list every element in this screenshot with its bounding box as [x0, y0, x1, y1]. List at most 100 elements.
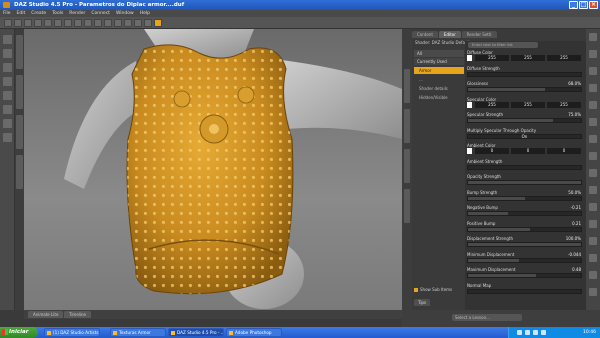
right-settings-icon[interactable]: [589, 203, 597, 211]
right-hair-icon[interactable]: [589, 135, 597, 143]
mid-tab-shaping[interactable]: [404, 69, 410, 103]
category-all[interactable]: All: [414, 50, 464, 57]
menu-item-window[interactable]: Window: [116, 11, 134, 16]
right-figure-icon[interactable]: [589, 67, 597, 75]
color-channel-field[interactable]: 255: [475, 101, 509, 108]
tree-item[interactable]: Shader details: [414, 85, 464, 92]
tab-animate-lite[interactable]: Animate Lite: [28, 311, 64, 318]
left-tab-surface[interactable]: [16, 75, 23, 109]
open-icon[interactable]: [14, 19, 22, 27]
light-icon[interactable]: [114, 19, 122, 27]
left-tab-parameters[interactable]: [16, 155, 23, 189]
left-undo-icon[interactable]: [3, 91, 12, 100]
tab-tips[interactable]: Tips: [414, 299, 431, 306]
category-currently-used[interactable]: Currently Used: [414, 58, 464, 65]
tray-app-icon[interactable]: [533, 330, 538, 335]
redo-icon[interactable]: [44, 19, 52, 27]
color-channel-field[interactable]: 0: [511, 148, 545, 154]
menu-item-file[interactable]: File: [3, 11, 11, 16]
tray-security-icon[interactable]: [541, 330, 546, 335]
slider-field[interactable]: [467, 273, 582, 278]
left-save-icon[interactable]: [3, 63, 12, 72]
slider-field[interactable]: [467, 226, 582, 232]
left-new-icon[interactable]: [3, 35, 12, 44]
color-swatch[interactable]: [467, 101, 472, 108]
menu-item-edit[interactable]: Edit: [17, 11, 26, 16]
move-icon[interactable]: [64, 19, 72, 27]
right-light-icon[interactable]: [589, 50, 597, 58]
tree-item[interactable]: Hidden/Visible: [414, 94, 464, 101]
morph-icon[interactable]: [154, 19, 162, 27]
right-clothes-icon[interactable]: [589, 152, 597, 160]
undo-icon[interactable]: [34, 19, 42, 27]
left-merge-icon[interactable]: [3, 77, 12, 86]
mid-tab-surfaces[interactable]: [404, 109, 410, 143]
tree-item[interactable]: Armor: [414, 67, 464, 74]
slider-field[interactable]: [467, 195, 582, 201]
filter-input[interactable]: Enter text to filter list: [468, 42, 538, 48]
right-frame-icon[interactable]: [589, 271, 597, 279]
toggle-field[interactable]: On: [467, 133, 582, 139]
slider-field[interactable]: [467, 242, 582, 247]
scale-icon[interactable]: [84, 19, 92, 27]
slider-field[interactable]: [467, 87, 582, 92]
color-channel-field[interactable]: 255: [511, 55, 545, 61]
camera-icon[interactable]: [94, 19, 102, 27]
tray-volume-icon[interactable]: [525, 330, 530, 335]
left-tab-tool-settings[interactable]: [16, 115, 23, 149]
menu-item-help[interactable]: Help: [140, 11, 150, 16]
color-channel-field[interactable]: 255: [547, 55, 581, 61]
minimize-button[interactable]: _: [569, 1, 578, 9]
new-scene-icon[interactable]: [4, 19, 12, 27]
left-grid-icon[interactable]: [3, 119, 12, 128]
right-material-icon[interactable]: [589, 118, 597, 126]
node-icon[interactable]: [134, 19, 142, 27]
lesson-select[interactable]: Select a Lesson...: [452, 314, 522, 321]
left-frame-icon[interactable]: [3, 133, 12, 142]
rotate-icon[interactable]: [74, 19, 82, 27]
menu-item-tools[interactable]: Tools: [52, 11, 63, 16]
right-home-icon[interactable]: [589, 288, 597, 296]
slider-field[interactable]: [467, 71, 582, 77]
right-zoom-icon[interactable]: [589, 220, 597, 228]
right-prop-icon[interactable]: [589, 84, 597, 92]
slider-field[interactable]: [467, 257, 582, 263]
show-sub-items-checkbox[interactable]: Show Sub Items: [414, 287, 452, 292]
color-channel-field[interactable]: 0: [547, 148, 581, 154]
taskbar-task[interactable]: DAZ Studio 4.5 Pro - ...: [168, 328, 224, 337]
slider-field[interactable]: [467, 180, 582, 185]
tab-content[interactable]: Content: [412, 31, 438, 38]
taskbar-task[interactable]: Texturas Armor: [110, 328, 166, 337]
tab-timeline[interactable]: Timeline: [64, 311, 92, 318]
save-icon[interactable]: [24, 19, 32, 27]
spot-icon[interactable]: [124, 19, 132, 27]
color-channel-field[interactable]: 0: [475, 148, 509, 154]
right-render-icon[interactable]: [589, 169, 597, 177]
slider-field[interactable]: [467, 288, 582, 294]
3d-viewport[interactable]: [24, 29, 402, 310]
menu-item-render[interactable]: Render: [69, 11, 85, 16]
slider-field[interactable]: [467, 211, 582, 216]
color-channel-field[interactable]: 255: [511, 101, 545, 108]
color-channel-field[interactable]: 255: [475, 55, 509, 61]
slider-field[interactable]: [467, 164, 582, 170]
start-button[interactable]: Iniciar: [0, 327, 38, 338]
right-pose-icon[interactable]: [589, 101, 597, 109]
color-swatch[interactable]: [467, 148, 472, 154]
tab-editor[interactable]: Editor: [438, 31, 461, 38]
taskbar-task[interactable]: Adobe Photoshop: [226, 328, 282, 337]
select-icon[interactable]: [54, 19, 62, 27]
right-camera-icon[interactable]: [589, 33, 597, 41]
tree-item[interactable]: ...: [414, 76, 464, 83]
close-button[interactable]: ×: [589, 1, 598, 9]
right-orbit-icon[interactable]: [589, 237, 597, 245]
tray-network-icon[interactable]: [517, 330, 522, 335]
mid-tab-cameras[interactable]: [404, 189, 410, 223]
color-channel-field[interactable]: 255: [547, 101, 581, 108]
right-brush-icon[interactable]: [589, 186, 597, 194]
left-tool-icon[interactable]: [3, 105, 12, 114]
mid-tab-lights[interactable]: [404, 149, 410, 183]
left-open-icon[interactable]: [3, 49, 12, 58]
render-icon[interactable]: [104, 19, 112, 27]
color-swatch[interactable]: [467, 55, 472, 61]
